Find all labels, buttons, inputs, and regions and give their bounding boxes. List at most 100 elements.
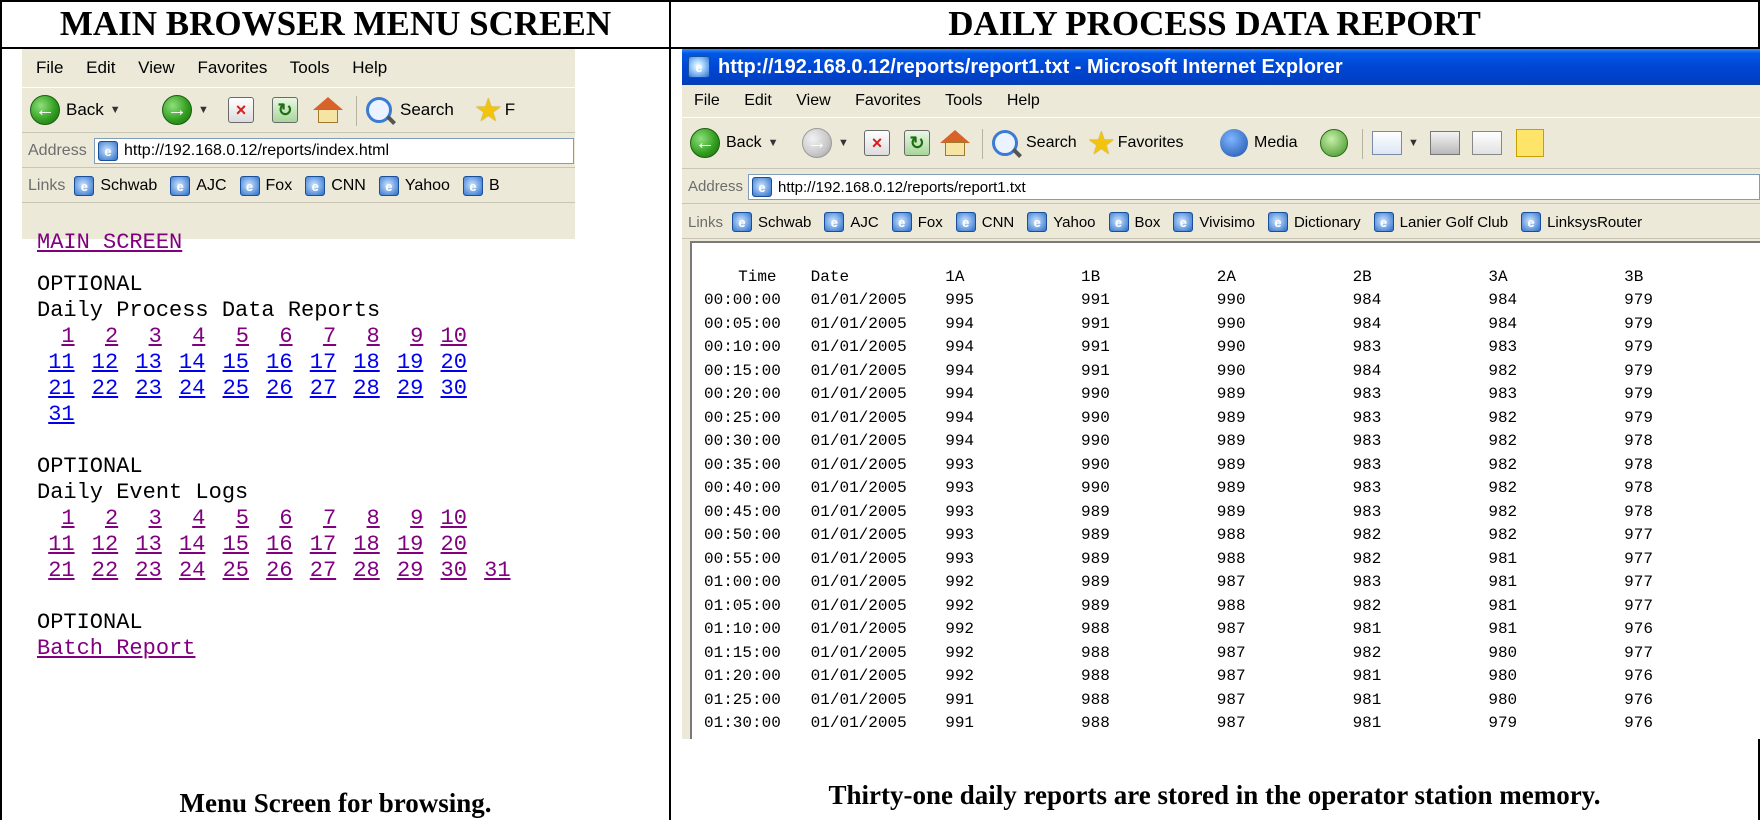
back-button[interactable]: ← Back ▼ [30, 93, 121, 127]
process-report-link-day-4[interactable]: 4 [166, 324, 210, 350]
link-ajc[interactable]: e AJC [167, 176, 227, 196]
process-report-link-day-2[interactable]: 2 [79, 324, 123, 350]
menu-edit[interactable]: Edit [744, 92, 772, 109]
event-log-link-day-16[interactable]: 16 [253, 532, 297, 558]
event-log-link-day-6[interactable]: 6 [253, 506, 297, 532]
event-log-link-day-27[interactable]: 27 [297, 558, 341, 584]
event-log-link-day-12[interactable]: 12 [79, 532, 123, 558]
process-report-link-day-31[interactable]: 31 [35, 402, 79, 428]
event-log-link-day-24[interactable]: 24 [166, 558, 210, 584]
process-report-link-day-25[interactable]: 25 [209, 376, 253, 402]
process-report-link-day-9[interactable]: 9 [384, 324, 428, 350]
link-yahoo[interactable]: e Yahoo [1024, 212, 1096, 232]
link-ajc[interactable]: e AJC [821, 212, 879, 232]
process-report-link-day-19[interactable]: 19 [384, 350, 428, 376]
event-log-link-day-7[interactable]: 7 [297, 506, 341, 532]
event-log-link-day-26[interactable]: 26 [253, 558, 297, 584]
process-report-link-day-15[interactable]: 15 [209, 350, 253, 376]
favorites-button[interactable]: ★ F [474, 93, 515, 127]
event-log-link-day-2[interactable]: 2 [79, 506, 123, 532]
process-report-link-day-28[interactable]: 28 [340, 376, 384, 402]
event-log-link-day-14[interactable]: 14 [166, 532, 210, 558]
event-log-link-day-15[interactable]: 15 [209, 532, 253, 558]
process-report-link-day-6[interactable]: 6 [253, 324, 297, 350]
link-box[interactable]: e Box [1106, 212, 1160, 232]
favorites-button[interactable]: ★ Favorites [1087, 126, 1183, 160]
link-lanier-golf-club[interactable]: e Lanier Golf Club [1371, 212, 1508, 232]
link-fox[interactable]: e Fox [889, 212, 943, 232]
process-report-link-day-14[interactable]: 14 [166, 350, 210, 376]
event-log-link-day-21[interactable]: 21 [35, 558, 79, 584]
process-report-link-day-17[interactable]: 17 [297, 350, 341, 376]
event-log-link-day-25[interactable]: 25 [209, 558, 253, 584]
event-log-link-day-31[interactable]: 31 [471, 558, 515, 584]
address-input[interactable]: e http://192.168.0.12/reports/report1.tx… [748, 174, 1760, 200]
menu-edit[interactable]: Edit [86, 58, 115, 77]
menu-view[interactable]: View [138, 58, 175, 77]
process-report-link-day-27[interactable]: 27 [297, 376, 341, 402]
event-log-link-day-29[interactable]: 29 [384, 558, 428, 584]
process-report-link-day-16[interactable]: 16 [253, 350, 297, 376]
process-report-link-day-11[interactable]: 11 [35, 350, 79, 376]
menu-view[interactable]: View [796, 92, 830, 109]
menu-file[interactable]: File [36, 58, 63, 77]
link-cnn[interactable]: e CNN [302, 176, 366, 196]
history-button[interactable] [1320, 126, 1348, 160]
process-report-link-day-29[interactable]: 29 [384, 376, 428, 402]
process-report-link-day-8[interactable]: 8 [340, 324, 384, 350]
stop-button[interactable]: × [864, 126, 890, 160]
home-button[interactable] [313, 93, 343, 127]
process-report-link-day-21[interactable]: 21 [35, 376, 79, 402]
event-log-link-day-5[interactable]: 5 [209, 506, 253, 532]
edit-button[interactable] [1472, 126, 1502, 160]
print-button[interactable] [1430, 126, 1460, 160]
process-report-link-day-12[interactable]: 12 [79, 350, 123, 376]
process-report-link-day-23[interactable]: 23 [122, 376, 166, 402]
event-log-link-day-30[interactable]: 30 [427, 558, 471, 584]
menu-favorites[interactable]: Favorites [855, 92, 921, 109]
link-b-partial[interactable]: eB [460, 176, 500, 196]
menu-tools[interactable]: Tools [290, 58, 330, 77]
event-log-link-day-19[interactable]: 19 [384, 532, 428, 558]
home-button[interactable] [940, 126, 970, 160]
report-text-area[interactable]: Time Date 1A 1B 2A 2B 3A 3B 00:00:00 01/01/2005 9… [690, 241, 1760, 739]
process-report-link-day-13[interactable]: 13 [122, 350, 166, 376]
back-button[interactable]: ← Back ▼ [690, 126, 778, 160]
refresh-button[interactable]: ↻ [904, 126, 930, 160]
search-button[interactable]: Search [366, 93, 454, 127]
menu-help[interactable]: Help [352, 58, 387, 77]
link-schwab[interactable]: e Schwab [729, 212, 811, 232]
link-linksysrouter[interactable]: e LinksysRouter [1518, 212, 1642, 232]
event-log-link-day-28[interactable]: 28 [340, 558, 384, 584]
process-report-link-day-5[interactable]: 5 [209, 324, 253, 350]
forward-button[interactable]: → ▼ [802, 126, 849, 160]
process-report-link-day-26[interactable]: 26 [253, 376, 297, 402]
event-log-link-day-3[interactable]: 3 [122, 506, 166, 532]
event-log-link-day-13[interactable]: 13 [122, 532, 166, 558]
event-log-link-day-10[interactable]: 10 [427, 506, 471, 532]
media-button[interactable]: Media [1220, 126, 1298, 160]
link-dictionary[interactable]: e Dictionary [1265, 212, 1361, 232]
batch-report-link[interactable]: Batch Report [37, 636, 195, 662]
event-log-link-day-11[interactable]: 11 [35, 532, 79, 558]
search-button[interactable]: Search [992, 126, 1077, 160]
process-report-link-day-10[interactable]: 10 [427, 324, 471, 350]
menu-favorites[interactable]: Favorites [197, 58, 267, 77]
event-log-link-day-1[interactable]: 1 [35, 506, 79, 532]
event-log-link-day-20[interactable]: 20 [427, 532, 471, 558]
menu-tools[interactable]: Tools [945, 92, 982, 109]
link-cnn[interactable]: e CNN [953, 212, 1014, 232]
process-report-link-day-22[interactable]: 22 [79, 376, 123, 402]
discuss-button[interactable] [1516, 126, 1544, 160]
address-input[interactable]: e http://192.168.0.12/reports/index.html [94, 138, 574, 164]
event-log-link-day-23[interactable]: 23 [122, 558, 166, 584]
link-vivisimo[interactable]: e Vivisimo [1170, 212, 1255, 232]
refresh-button[interactable]: ↻ [272, 93, 298, 127]
process-report-link-day-20[interactable]: 20 [427, 350, 471, 376]
link-schwab[interactable]: e Schwab [71, 176, 157, 196]
process-report-link-day-1[interactable]: 1 [35, 324, 79, 350]
process-report-link-day-30[interactable]: 30 [427, 376, 471, 402]
menu-help[interactable]: Help [1007, 92, 1040, 109]
event-log-link-day-17[interactable]: 17 [297, 532, 341, 558]
window-title-bar[interactable]: e http://192.168.0.12/reports/report1.tx… [682, 49, 1760, 85]
